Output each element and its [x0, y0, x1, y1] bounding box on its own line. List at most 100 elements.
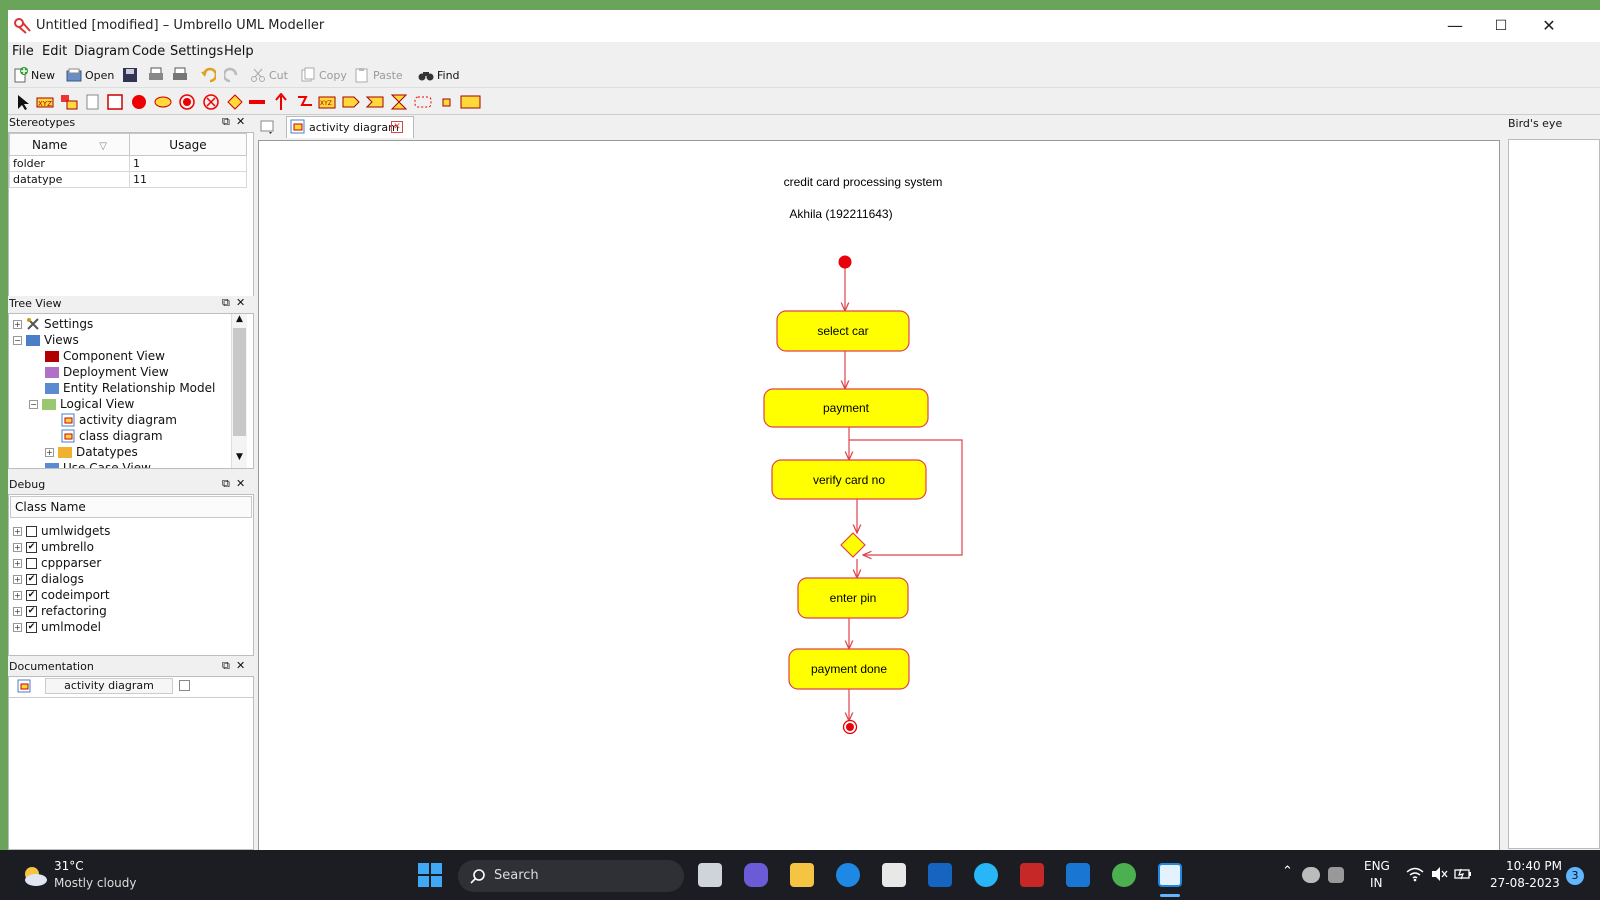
- menu-edit[interactable]: Edit: [42, 44, 67, 59]
- debug-item[interactable]: + cppparser: [13, 555, 101, 571]
- dock-app-icon[interactable]: [1066, 863, 1090, 887]
- clock-time[interactable]: 10:40 PM: [1506, 859, 1562, 873]
- battery-icon[interactable]: [1454, 866, 1472, 882]
- checkbox[interactable]: [26, 557, 37, 569]
- teams-chat-icon[interactable]: [744, 863, 768, 887]
- documentation-checkbox[interactable]: [179, 680, 190, 691]
- undo-icon[interactable]: [200, 67, 216, 83]
- tree-item-logical-view[interactable]: − Logical View: [29, 396, 134, 412]
- checkbox[interactable]: ✔: [26, 621, 37, 633]
- language-code[interactable]: ENG: [1364, 859, 1390, 873]
- checkbox[interactable]: ✔: [26, 605, 37, 617]
- diagram-canvas[interactable]: credit card processing system Akhila (19…: [258, 140, 1500, 852]
- close-button[interactable]: ✕: [1526, 12, 1572, 40]
- activity-payment[interactable]: payment: [763, 388, 929, 428]
- branch-tool-icon[interactable]: [226, 93, 244, 111]
- windows-start-icon[interactable]: [418, 863, 442, 887]
- debug-item[interactable]: + ✔ refactoring: [13, 603, 107, 619]
- checkbox[interactable]: [26, 525, 37, 537]
- save-icon[interactable]: [122, 67, 138, 83]
- tree-item-component-view[interactable]: Component View: [45, 348, 165, 364]
- weather-temp[interactable]: 31°C: [54, 859, 84, 873]
- print-preview-icon[interactable]: [172, 67, 188, 83]
- cut-button[interactable]: Cut: [250, 65, 288, 85]
- note-tool-icon[interactable]: [60, 93, 78, 111]
- clock-date[interactable]: 27-08-2023: [1490, 876, 1560, 890]
- tree-item-class-diagram[interactable]: class diagram: [61, 428, 163, 444]
- menu-diagram[interactable]: Diagram: [74, 44, 130, 59]
- expand-icon[interactable]: +: [13, 319, 22, 329]
- class-name-header[interactable]: Class Name: [10, 496, 252, 518]
- tab-activity-diagram[interactable]: activity diagram ✕: [286, 116, 414, 138]
- collapse-icon[interactable]: −: [13, 335, 22, 345]
- wifi-icon[interactable]: [1406, 866, 1424, 882]
- expand-icon[interactable]: +: [13, 526, 22, 536]
- box-tool-icon[interactable]: [84, 93, 102, 111]
- copy-button[interactable]: Copy: [300, 65, 347, 85]
- checkbox[interactable]: ✔: [26, 541, 37, 553]
- activity-diagram-svg[interactable]: credit card processing system Akhila (19…: [259, 141, 1499, 851]
- expand-icon[interactable]: +: [45, 447, 54, 457]
- tree-item-use-case-view[interactable]: Use Case View: [45, 460, 151, 468]
- tree-item-entity-relationship-model[interactable]: Entity Relationship Model: [45, 380, 215, 396]
- partition-tool-icon[interactable]: [460, 93, 482, 111]
- checkbox[interactable]: ✔: [26, 589, 37, 601]
- final-node[interactable]: [842, 719, 858, 735]
- column-header-usage[interactable]: Usage: [129, 133, 247, 156]
- activity-enter-pin[interactable]: enter pin: [797, 577, 909, 619]
- cloudy-weather-icon[interactable]: [20, 862, 48, 888]
- debug-item[interactable]: + ✔ umbrello: [13, 539, 94, 555]
- expand-icon[interactable]: +: [13, 542, 22, 552]
- notification-badge[interactable]: 3: [1566, 867, 1584, 885]
- new-button[interactable]: New: [12, 65, 55, 85]
- object-node-tool-icon[interactable]: XYZ: [318, 93, 336, 111]
- region-tool-icon[interactable]: [414, 93, 432, 111]
- initial-activity-tool-icon[interactable]: [130, 93, 148, 111]
- rectangle-tool-icon[interactable]: [106, 93, 124, 111]
- activity-verify-card-no[interactable]: verify card no: [771, 459, 927, 500]
- tree-item-activity-diagram[interactable]: activity diagram: [61, 412, 177, 428]
- volume-muted-icon[interactable]: [1430, 866, 1448, 882]
- tree-item-views[interactable]: − Views: [13, 332, 79, 348]
- debug-item[interactable]: + ✔ codeimport: [13, 587, 110, 603]
- expand-icon[interactable]: +: [13, 606, 22, 616]
- tree-item-datatypes[interactable]: + Datatypes: [45, 444, 138, 460]
- print-icon[interactable]: [148, 67, 164, 83]
- expand-icon[interactable]: +: [13, 574, 22, 584]
- help-icon[interactable]: [974, 863, 998, 887]
- decision-node[interactable]: [840, 532, 866, 558]
- file-explorer-icon[interactable]: [790, 863, 814, 887]
- table-row[interactable]: folder 1: [9, 155, 247, 172]
- time-event-tool-icon[interactable]: [390, 93, 408, 111]
- maximize-button[interactable]: ☐: [1478, 12, 1524, 40]
- debug-item[interactable]: + umlwidgets: [13, 523, 110, 539]
- sync-icon[interactable]: [1328, 867, 1344, 883]
- float-icon[interactable]: ⧉: [222, 477, 230, 491]
- scroll-down-icon[interactable]: ▼: [232, 452, 247, 466]
- taskbar-search[interactable]: Search: [458, 860, 684, 892]
- close-icon[interactable]: ✕: [236, 296, 245, 309]
- final-activity-tool-icon[interactable]: [202, 93, 220, 111]
- show-hidden-icons[interactable]: ⌃: [1282, 864, 1293, 879]
- redo-icon[interactable]: [224, 67, 240, 83]
- menu-settings[interactable]: Settings: [170, 44, 223, 59]
- collapse-icon[interactable]: −: [29, 399, 38, 409]
- new-tab-icon[interactable]: [260, 119, 276, 135]
- minimize-button[interactable]: —: [1432, 12, 1478, 40]
- fork-tool-icon[interactable]: [248, 93, 266, 111]
- debug-item[interactable]: + ✔ dialogs: [13, 571, 84, 587]
- tree-item-settings[interactable]: + Settings: [13, 316, 93, 332]
- expand-icon[interactable]: +: [13, 622, 22, 632]
- region-code[interactable]: IN: [1370, 876, 1383, 890]
- debug-item[interactable]: + ✔ umlmodel: [13, 619, 101, 635]
- task-view-icon[interactable]: [698, 863, 722, 887]
- tree-scrollbar[interactable]: ▲ ▼: [231, 314, 247, 468]
- close-icon[interactable]: ✕: [236, 477, 245, 490]
- onedrive-icon[interactable]: [1302, 867, 1320, 883]
- find-button[interactable]: Find: [418, 65, 460, 85]
- tab-close-icon[interactable]: ✕: [391, 121, 403, 133]
- end-activity-tool-icon[interactable]: [178, 93, 196, 111]
- send-signal-tool-icon[interactable]: [342, 93, 360, 111]
- pin-tool-icon[interactable]: [438, 93, 456, 111]
- diagram-title[interactable]: credit card processing system: [784, 175, 943, 189]
